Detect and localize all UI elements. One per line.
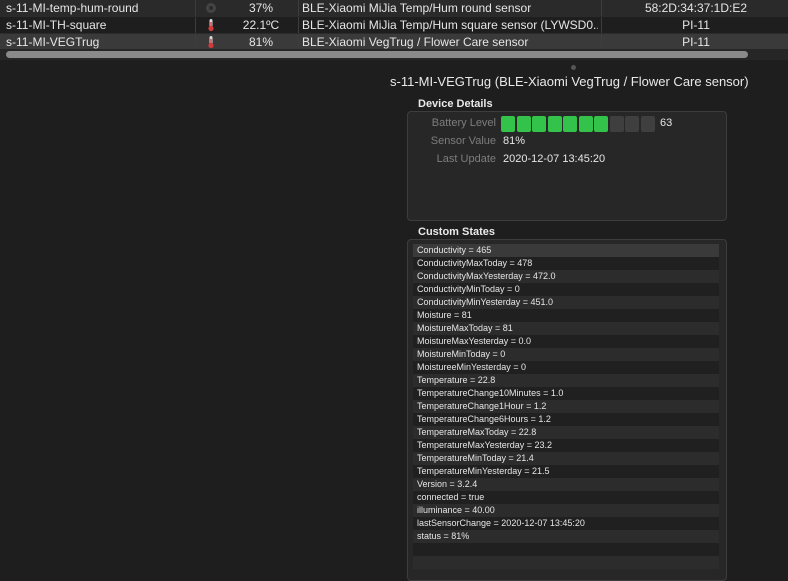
custom-state-item[interactable]: MoistureMaxYesterday = 0.0 (413, 335, 719, 348)
last-update-value: 2020-12-07 13:45:20 (503, 153, 606, 165)
custom-state-item[interactable]: status = 81% (413, 530, 719, 543)
empty-list-row (413, 556, 719, 569)
custom-states-heading: Custom States (418, 226, 496, 238)
custom-state-item[interactable]: TemperatureChange6Hours = 1.2 (413, 413, 719, 426)
battery-level-value: 63 (660, 117, 673, 129)
battery-segment (563, 116, 577, 132)
battery-segment (547, 116, 562, 132)
device-table: s-11-MI-temp-hum-round 37% BLE-Xiaomi Mi… (0, 0, 788, 51)
custom-state-item[interactable]: TemperatureChange1Hour = 1.2 (413, 400, 719, 413)
custom-state-item[interactable]: Moisture = 81 (413, 309, 719, 322)
last-update-label: Last Update (436, 153, 496, 165)
column-separator (298, 34, 299, 50)
custom-state-item[interactable]: TemperatureMaxYesterday = 23.2 (413, 439, 719, 452)
sensor-inactive-icon (196, 0, 226, 16)
selected-device-title: s-11-MI-VEGTrug (BLE-Xiaomi VegTrug / Fl… (390, 74, 749, 89)
battery-segment (625, 116, 639, 132)
battery-segment (516, 116, 531, 132)
battery-level-bar (501, 116, 657, 132)
column-separator (298, 17, 299, 33)
sensor-value-label: Sensor Value (430, 135, 496, 147)
device-model: BLE-Xiaomi VegTrug / Flower Care sensor (302, 35, 529, 49)
battery-segment (594, 116, 608, 132)
empty-list-row (413, 543, 719, 556)
custom-state-item[interactable]: Conductivity = 465 (413, 244, 719, 257)
device-row-th-square[interactable]: s-11-MI-TH-square 22.1ºC BLE-Xiaomi MiJi… (0, 17, 788, 34)
custom-state-item[interactable]: MoistureMinToday = 0 (413, 348, 719, 361)
device-value: 81% (248, 35, 274, 49)
battery-level-label: Battery Level (431, 117, 496, 129)
sensor-value: 81% (503, 135, 526, 147)
custom-state-item[interactable]: TemperatureMinToday = 21.4 (413, 452, 719, 465)
device-value: 22.1ºC (242, 18, 280, 32)
column-separator (601, 0, 602, 16)
custom-state-item[interactable]: ConductivityMinToday = 0 (413, 283, 719, 296)
column-separator (601, 17, 602, 33)
custom-state-item[interactable]: lastSensorChange = 2020-12-07 13:45:20 (413, 517, 719, 530)
custom-state-item[interactable]: ConductivityMaxYesterday = 472.0 (413, 270, 719, 283)
column-separator (298, 0, 299, 16)
device-name: s-11-MI-VEGTrug (6, 35, 100, 49)
custom-state-item[interactable]: ConductivityMaxToday = 478 (413, 257, 719, 270)
thermometer-icon (196, 17, 226, 33)
column-separator (601, 34, 602, 50)
device-address: 58:2D:34:37:1D:E2 (644, 1, 748, 15)
custom-state-item[interactable]: ConductivityMinYesterday = 451.0 (413, 296, 719, 309)
custom-state-item[interactable]: TemperatureMinYesterday = 21.5 (413, 465, 719, 478)
custom-state-item[interactable]: Version = 3.2.4 (413, 478, 719, 491)
custom-state-item[interactable]: MoistureeMinYesterday = 0 (413, 361, 719, 374)
custom-state-item[interactable]: illuminance = 40.00 (413, 504, 719, 517)
custom-state-item[interactable]: TemperatureMaxToday = 22.8 (413, 426, 719, 439)
custom-state-item[interactable]: MoistureMaxToday = 81 (413, 322, 719, 335)
device-name: s-11-MI-temp-hum-round (6, 1, 139, 15)
device-model: BLE-Xiaomi MiJia Temp/Hum round sensor (302, 1, 532, 15)
split-resize-handle[interactable] (571, 65, 576, 70)
custom-state-item[interactable]: Temperature = 22.8 (413, 374, 719, 387)
scrollbar-thumb[interactable] (6, 51, 748, 58)
device-name: s-11-MI-TH-square (6, 18, 107, 32)
custom-state-item[interactable]: TemperatureChange10Minutes = 1.0 (413, 387, 719, 400)
custom-states-list[interactable]: Conductivity = 465 ConductivityMaxToday =… (413, 244, 719, 572)
horizontal-scrollbar[interactable] (0, 49, 788, 60)
battery-segment (532, 116, 546, 132)
device-model: BLE-Xiaomi MiJia Temp/Hum square sensor … (302, 18, 598, 32)
device-value: 37% (248, 1, 274, 15)
battery-segment (609, 116, 624, 132)
device-row-temp-hum-round[interactable]: s-11-MI-temp-hum-round 37% BLE-Xiaomi Mi… (0, 0, 788, 17)
battery-segment (501, 116, 515, 132)
custom-state-item[interactable]: connected = true (413, 491, 719, 504)
device-address: PI-11 (682, 18, 710, 32)
device-details-heading: Device Details (418, 98, 493, 110)
device-address: PI-11 (682, 35, 710, 49)
thermometer-icon (196, 34, 226, 50)
battery-segment (578, 116, 593, 132)
battery-segment (640, 116, 655, 132)
